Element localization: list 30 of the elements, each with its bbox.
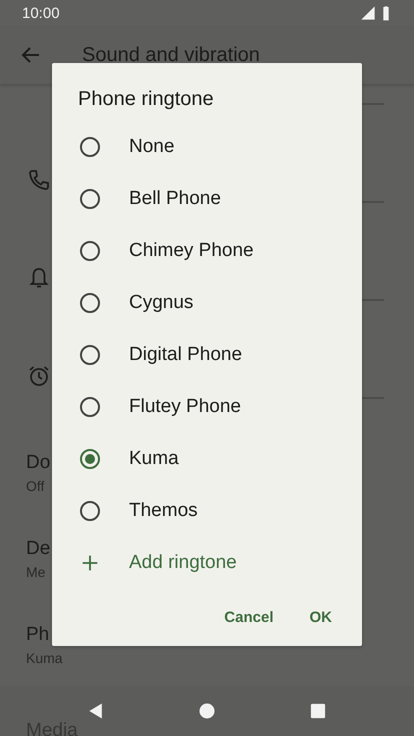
- radio-button[interactable]: [80, 345, 100, 365]
- radio-button[interactable]: [80, 241, 100, 261]
- radio-button[interactable]: [80, 137, 100, 157]
- option-label[interactable]: Chimey Phone: [129, 240, 254, 262]
- radio-button[interactable]: [80, 293, 100, 313]
- option-label[interactable]: Bell Phone: [129, 188, 221, 210]
- radio-button[interactable]: [80, 449, 100, 469]
- alarm-icon: [27, 364, 51, 388]
- home-icon[interactable]: [196, 701, 217, 721]
- bell-icon: [27, 266, 51, 290]
- cancel-button[interactable]: Cancel: [210, 600, 288, 635]
- option-label[interactable]: Themos: [129, 500, 198, 522]
- status-time: 10:00: [22, 4, 60, 22]
- option-label[interactable]: Kuma: [129, 448, 179, 470]
- option-label[interactable]: Cygnus: [129, 292, 194, 314]
- radio-button[interactable]: [80, 189, 100, 209]
- page-title: Sound and vibration: [82, 44, 260, 66]
- option-label[interactable]: Flutey Phone: [129, 396, 241, 418]
- radio-button[interactable]: [80, 501, 100, 521]
- radio-button[interactable]: [80, 397, 100, 417]
- dialog-title: Phone ringtone: [77, 87, 215, 112]
- add-ringtone-link[interactable]: Add ringtone: [129, 552, 237, 574]
- setting-title: Ph: [26, 624, 50, 646]
- setting-title: De: [26, 538, 50, 560]
- option-label[interactable]: Digital Phone: [129, 344, 242, 366]
- setting-title: Do: [26, 452, 50, 474]
- option-label[interactable]: None: [129, 136, 174, 158]
- phone-icon: [27, 168, 51, 192]
- signal-icon: [360, 5, 376, 21]
- ok-button[interactable]: OK: [296, 600, 346, 635]
